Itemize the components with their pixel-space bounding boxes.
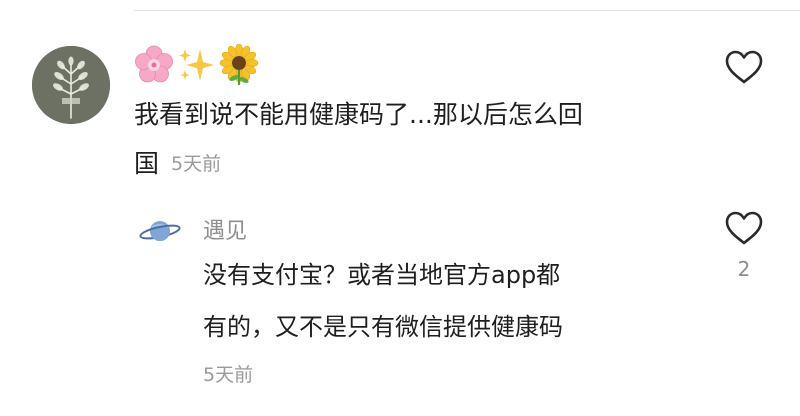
comment-like-button[interactable] [724, 49, 764, 85]
sunflower-icon [219, 44, 259, 85]
comment-text-line2: 国 [134, 149, 160, 178]
reply-username[interactable]: 遇见 [203, 213, 247, 245]
reply-time: 5天前 [203, 364, 254, 386]
emoji-row [134, 44, 260, 86]
commenter-avatar[interactable] [32, 46, 110, 124]
sparkles-icon [179, 49, 214, 81]
heart-outline-icon [725, 211, 763, 245]
comment-meta: 国 5天前 [134, 147, 222, 178]
plant-avatar-icon [32, 46, 110, 124]
reply-text-line2: 有的，又不是只有微信提供健康码 [203, 313, 563, 341]
comment-text-line1: 我看到说不能用健康码了...那以后怎么回 [134, 100, 583, 129]
cherry-blossom-icon [135, 45, 173, 83]
heart-outline-icon [725, 50, 763, 84]
reply-like-count: 2 [737, 257, 751, 281]
ringed-planet-icon [139, 221, 181, 241]
comment-time: 5天前 [171, 152, 222, 175]
top-divider [134, 10, 800, 11]
reply-avatar[interactable] [138, 214, 182, 248]
reply-text-line1: 没有支付宝？或者当地官方app都 [203, 261, 561, 289]
reply-like-button[interactable] [724, 210, 764, 246]
